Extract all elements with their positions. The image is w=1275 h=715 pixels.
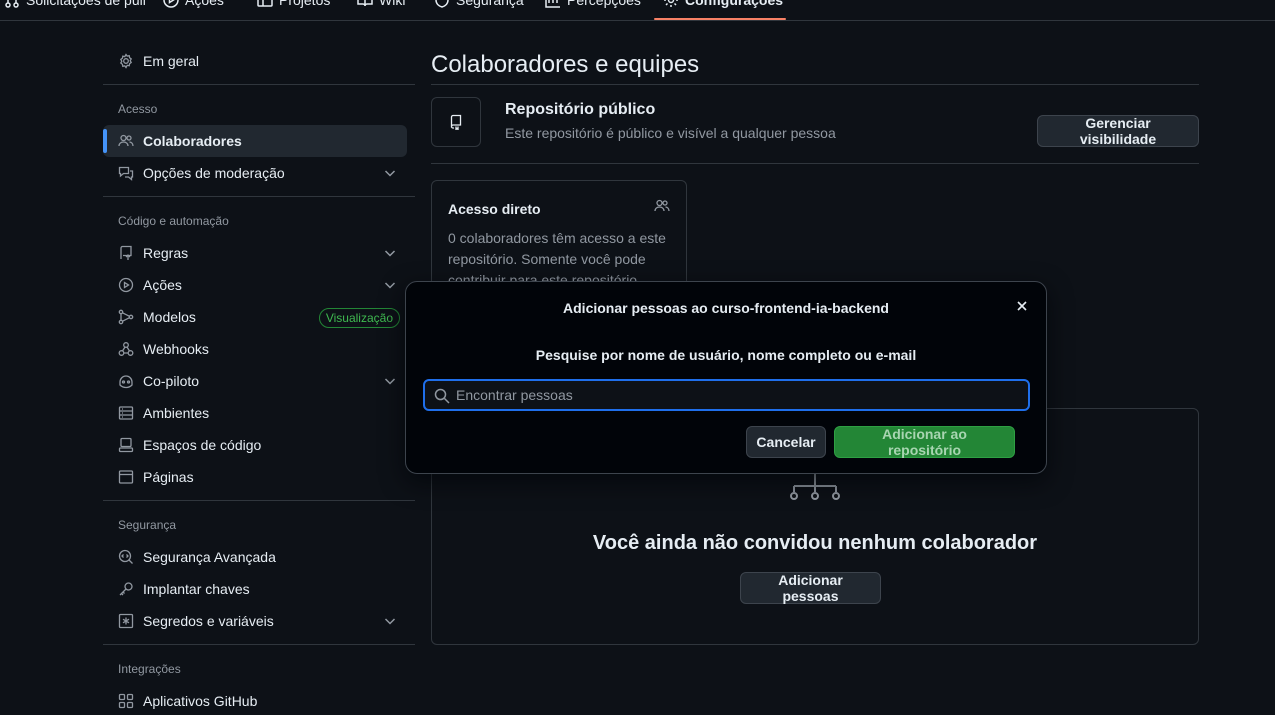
dialog-title: Adicionar pessoas ao curso-frontend-ia-b… [563, 300, 889, 316]
add-people-dialog: Adicionar pessoas ao curso-frontend-ia-b… [405, 281, 1047, 474]
cancel-button[interactable]: Cancelar [746, 426, 826, 458]
search-field[interactable] [423, 379, 1030, 411]
search-icon [434, 388, 450, 404]
add-to-repository-button[interactable]: Adicionar ao repositório [834, 426, 1015, 458]
search-input[interactable] [456, 381, 1026, 409]
dialog-subtitle: Pesquise por nome de usuário, nome compl… [535, 347, 917, 363]
close-icon[interactable] [1014, 298, 1030, 314]
